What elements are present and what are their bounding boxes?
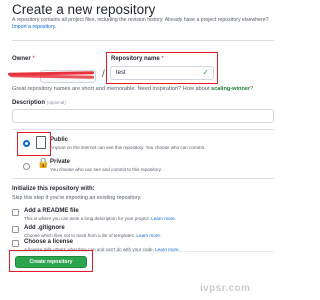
repo-name-highlight (106, 52, 218, 84)
readme-learn-more-link[interactable]: Learn more. (151, 216, 176, 221)
public-label: Public (50, 137, 69, 143)
watermark: ivpsr.com (200, 283, 251, 294)
gitignore-learn-more-link[interactable]: Learn more. (136, 233, 161, 238)
readme-checkbox[interactable] (12, 209, 19, 216)
owner-label: Owner * (12, 56, 35, 62)
divider (12, 129, 274, 130)
create-button-highlight (9, 250, 93, 272)
page-intro: A repository contains all project files,… (12, 17, 284, 31)
description-input[interactable] (12, 109, 274, 123)
public-description: Anyone on the internet can see this repo… (50, 145, 206, 150)
owner-redaction (7, 70, 96, 80)
divider (12, 178, 274, 179)
divider (12, 40, 274, 41)
import-repository-link[interactable]: Import a repository. (12, 24, 56, 30)
gitignore-label: Add .gitignore (24, 225, 65, 231)
private-description: You choose who can see and commit to thi… (50, 167, 162, 172)
lock-icon: 🔒 (37, 158, 50, 169)
init-title: Initialize this repository with: (12, 186, 95, 192)
readme-description: This is where you can write a long descr… (24, 216, 176, 221)
gitignore-checkbox[interactable] (12, 226, 19, 233)
intro-text: A repository contains all project files,… (12, 17, 269, 23)
readme-label: Add a README file (24, 208, 79, 214)
page-title: Create a new repository (12, 2, 156, 17)
description-label: Description (optional) (12, 100, 66, 106)
owner-repo-separator: / (102, 69, 105, 80)
init-subtitle: Skip this step if you're importing an ex… (12, 195, 142, 201)
private-radio[interactable] (23, 163, 30, 170)
license-checkbox[interactable] (12, 240, 19, 247)
gitignore-description: Choose which files not to track from a l… (24, 233, 162, 238)
repo-name-hint: Great repository names are short and mem… (12, 86, 254, 92)
license-label: Choose a license (24, 239, 74, 245)
name-suggestion[interactable]: scaling-winner (211, 86, 250, 92)
public-highlight (17, 132, 51, 156)
private-label: Private (50, 159, 71, 165)
